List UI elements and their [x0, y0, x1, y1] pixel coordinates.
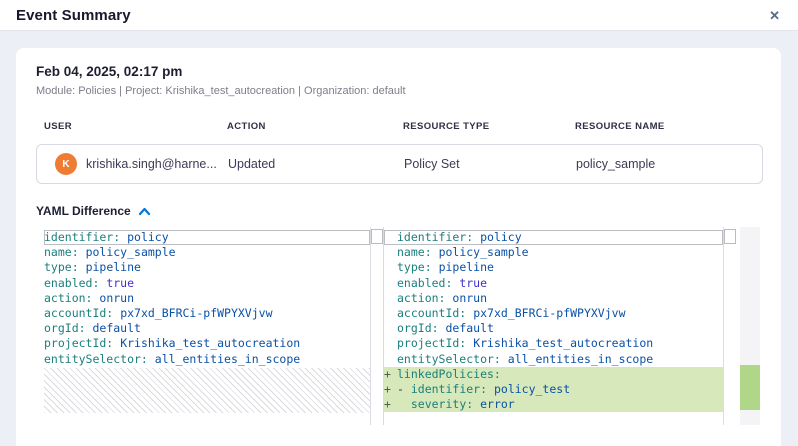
user-cell: K krishika.singh@harne...: [45, 153, 228, 175]
diff-code-line: identifier: policy: [384, 230, 723, 245]
yaml-difference-label: YAML Difference: [36, 204, 131, 218]
column-action: ACTION: [227, 121, 403, 132]
diff-code-line: action: onrun: [44, 291, 370, 306]
page-title: Event Summary: [16, 7, 131, 24]
diff-code-line: entitySelector: all_entities_in_scope: [384, 352, 723, 367]
diff-original-code: identifier: policyname: policy_sampletyp…: [36, 227, 370, 425]
resource-name-cell: policy_sample: [576, 157, 762, 171]
diff-modified-pane[interactable]: identifier: policyname: policy_sampletyp…: [384, 227, 736, 425]
yaml-difference-toggle[interactable]: YAML Difference: [36, 204, 761, 218]
column-user: USER: [44, 121, 227, 132]
scrollbar-thumb[interactable]: [371, 229, 383, 244]
diff-code-line: name: policy_sample: [44, 245, 370, 260]
chevron-up-icon: [138, 207, 151, 216]
event-timestamp: Feb 04, 2025, 02:17 pm: [36, 64, 761, 79]
diff-original-pane[interactable]: identifier: policyname: policy_sampletyp…: [36, 227, 384, 425]
diff-code-line: action: onrun: [384, 291, 723, 306]
diff-gutter-sign: +: [384, 367, 397, 382]
diff-code-line: entitySelector: all_entities_in_scope: [44, 352, 370, 367]
resource-type-cell: Policy Set: [404, 157, 576, 171]
diff-overview-ruler[interactable]: [740, 227, 760, 425]
event-summary-card: Feb 04, 2025, 02:17 pm Module: Policies …: [16, 48, 781, 446]
diff-added-line: +linkedPolicies:: [384, 367, 723, 382]
diff-modified-code: identifier: policyname: policy_sampletyp…: [384, 227, 723, 425]
diff-gutter-sign: +: [384, 397, 397, 412]
diff-original-scrollbar[interactable]: [370, 227, 383, 425]
diff-code-line: type: pipeline: [44, 260, 370, 275]
action-cell: Updated: [228, 157, 404, 171]
event-meta: Module: Policies | Project: Krishika_tes…: [36, 85, 761, 97]
diff-empty-placeholder: [44, 368, 370, 413]
table-row: K krishika.singh@harne... Updated Policy…: [36, 144, 763, 184]
diff-code-line: accountId: px7xd_BFRCi-pfWPYXVjvw: [384, 306, 723, 321]
user-email: krishika.singh@harne...: [86, 157, 217, 171]
diff-modified-scrollbar[interactable]: [723, 227, 736, 425]
scrollbar-thumb[interactable]: [724, 229, 736, 244]
avatar: K: [55, 153, 77, 175]
modal-header: Event Summary ✕: [0, 0, 798, 31]
diff-code-line: enabled: true: [44, 276, 370, 291]
diff-added-line: + severity: error: [384, 397, 723, 412]
diff-code-line: accountId: px7xd_BFRCi-pfWPYXVjvw: [44, 306, 370, 321]
added-lines-marker: [740, 365, 760, 410]
diff-code-line: projectId: Krishika_test_autocreation: [44, 336, 370, 351]
diff-gutter-sign: +: [384, 382, 397, 397]
table-header: USER ACTION RESOURCE TYPE RESOURCE NAME: [36, 121, 763, 132]
close-icon[interactable]: ✕: [769, 9, 780, 22]
diff-code-line: identifier: policy: [44, 230, 370, 245]
diff-code-line: type: pipeline: [384, 260, 723, 275]
diff-code-line: enabled: true: [384, 276, 723, 291]
diff-added-line: +- identifier: policy_test: [384, 382, 723, 397]
column-resource-type: RESOURCE TYPE: [403, 121, 575, 132]
diff-code-line: projectId: Krishika_test_autocreation: [384, 336, 723, 351]
diff-code-line: orgId: default: [384, 321, 723, 336]
yaml-diff-viewer: identifier: policyname: policy_sampletyp…: [36, 227, 764, 425]
diff-code-line: name: policy_sample: [384, 245, 723, 260]
diff-code-line: orgId: default: [44, 321, 370, 336]
column-resource-name: RESOURCE NAME: [575, 121, 763, 132]
